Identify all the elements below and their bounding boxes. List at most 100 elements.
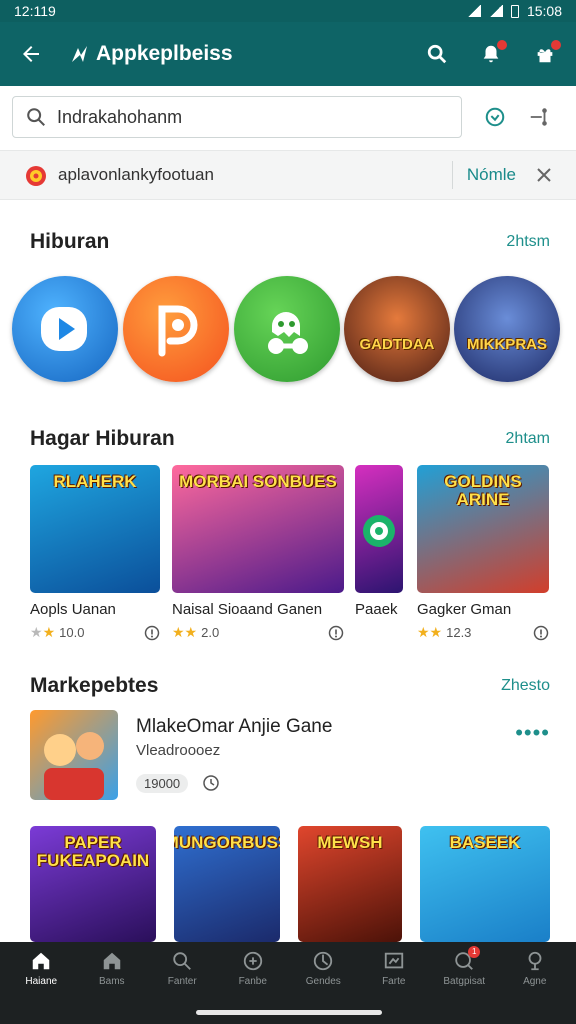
search-icon (173, 952, 192, 970)
game-card-thumb-text: MORBAI SONBUES (179, 472, 337, 491)
circle-game-1-label: GADTDAA (359, 335, 435, 353)
market-thumb[interactable]: PAPER FUKEAPOAIN (30, 826, 156, 942)
promo-icon (26, 166, 46, 186)
search-field-icon (27, 108, 45, 126)
status-clock-right: 15:08 (526, 3, 562, 19)
market-thumb[interactable]: MEWSH (298, 826, 402, 942)
market-thumb[interactable]: MUNGORBUSS (174, 826, 280, 942)
section-title-entertainment: Hiburan (30, 230, 110, 253)
status-bar: 12:119 15:08 (0, 0, 576, 22)
rating-value: 2.0 (201, 625, 220, 640)
game-card-meta: ★★ 2.0 (172, 624, 344, 641)
banner-text: aplavonlankyfootuan (58, 165, 214, 184)
game-card[interactable]: MORBAI SONBUES Naisal Sioaand Ganen ★★ 2… (172, 465, 344, 641)
game-card-name: Gagker Gman (417, 601, 512, 618)
game-card-meta: ★★ 12.3 (417, 624, 549, 641)
brand-logo-icon (72, 46, 87, 62)
app-title: Appkeplbeiss (96, 42, 233, 65)
nav-label: Haiane (25, 976, 58, 987)
nav-label: Batgpisat (443, 976, 486, 987)
search-input[interactable] (57, 106, 437, 128)
nav-label: Fanbe (238, 976, 267, 987)
notifications-button[interactable] (474, 37, 508, 71)
info-icon[interactable] (328, 625, 344, 641)
search-icon (427, 44, 447, 64)
circle-game-2[interactable]: MIKKPRAS (454, 276, 560, 382)
nav-item-agne[interactable]: Agne (500, 942, 571, 1024)
info-icon[interactable] (144, 625, 160, 641)
battery-icon (510, 4, 519, 18)
circle-game-2-label: MIKKPRAS (466, 335, 547, 353)
game-card-thumb-text: RLAHERK (53, 472, 137, 491)
search-row (0, 86, 576, 148)
back-button[interactable] (14, 37, 48, 71)
market-thumb-text: MEWSH (317, 833, 383, 852)
back-arrow-icon (23, 46, 39, 62)
ghost-icon (268, 312, 308, 354)
gift-dot (550, 39, 562, 51)
star-rating: ★★ (172, 624, 198, 640)
nav-label: Farte (382, 976, 406, 987)
section-more-market[interactable]: Zhesto (501, 677, 550, 695)
status-time: 12:119 (14, 3, 56, 19)
pin-icon (528, 951, 542, 971)
game-card-name: Paaek (355, 601, 398, 618)
circle-app-p[interactable] (123, 276, 229, 382)
search-button[interactable] (420, 37, 454, 71)
gift-button[interactable] (528, 37, 562, 71)
info-icon[interactable] (533, 625, 549, 641)
featured-game-thumb (30, 710, 118, 800)
star-rating: ★★ (417, 624, 443, 640)
app-brand: Appkeplbeiss (70, 42, 420, 66)
banner-link[interactable]: Nómle (467, 165, 516, 185)
circle-app-video[interactable] (12, 276, 118, 382)
share-icon[interactable] (528, 106, 550, 128)
signal-icon (466, 5, 481, 17)
target-art-icon (363, 515, 395, 547)
promo-banner: aplavonlankyfootuan Nómle (0, 150, 576, 200)
game-card-thumb: RLAHERK (30, 465, 160, 593)
game-card[interactable]: Paaek (355, 465, 403, 618)
nav-item-home[interactable]: Haiane (6, 942, 77, 1024)
game-card[interactable]: GOLDINS ARINE Gagker Gman ★★ 12.3 (417, 465, 549, 641)
nav-label: Fanter (167, 976, 197, 987)
app-bar-actions (420, 37, 562, 71)
nav-label: Bams (98, 976, 125, 987)
featured-game-row[interactable]: MlakeOmar Anjie Gane Vleadroooez 19000 •… (30, 710, 550, 802)
section-more-entertainment[interactable]: 2htsm (506, 233, 550, 251)
more-options-icon[interactable]: •••• (515, 720, 550, 746)
play-icon (41, 307, 87, 351)
market-thumb-text: MUNGORBUSS (174, 833, 280, 852)
game-card-thumb: MORBAI SONBUES (172, 465, 344, 593)
rating-value: 12.3 (446, 625, 472, 640)
chart-icon (384, 952, 403, 969)
game-card-meta: ★★ 10.0 (30, 624, 160, 641)
compass-icon (314, 951, 333, 971)
market-thumb-text: BASEEK (449, 833, 521, 852)
search-box[interactable] (12, 96, 462, 138)
section-more-cheap[interactable]: 2htam (506, 430, 550, 448)
close-icon[interactable] (536, 167, 552, 183)
notification-dot (496, 39, 508, 51)
featured-game-chip: 19000 (136, 774, 189, 793)
house-icon (103, 952, 120, 970)
star-rating: ★★ (30, 624, 56, 640)
market-thumb-text: PAPER FUKEAPOAIN (36, 833, 150, 870)
circle-game-1[interactable]: GADTDAA (344, 276, 450, 382)
nav-item-chat[interactable]: 1 Batgpisat (429, 942, 500, 1024)
market-thumb[interactable]: BASEEK (420, 826, 550, 942)
filter-check-icon[interactable] (484, 106, 506, 128)
game-card-name: Naisal Sioaand Ganen (172, 601, 323, 618)
section-title-market: Markepebtes (30, 674, 159, 697)
game-card[interactable]: RLAHERK Aopls Uanan ★★ 10.0 (30, 465, 160, 641)
featured-game-title: MlakeOmar Anjie Gane (136, 716, 333, 737)
nav-item-games[interactable]: Bams (77, 942, 148, 1024)
home-indicator[interactable] (196, 1010, 382, 1015)
clock-icon (203, 775, 219, 791)
search-tools (484, 106, 550, 128)
game-card-thumb-text: GOLDINS ARINE (444, 472, 522, 509)
circle-app-ghost[interactable] (234, 276, 340, 382)
game-card-thumb: GOLDINS ARINE (417, 465, 549, 593)
game-card-name: Aopls Uanan (30, 601, 116, 618)
app-bar: Appkeplbeiss (0, 22, 576, 86)
